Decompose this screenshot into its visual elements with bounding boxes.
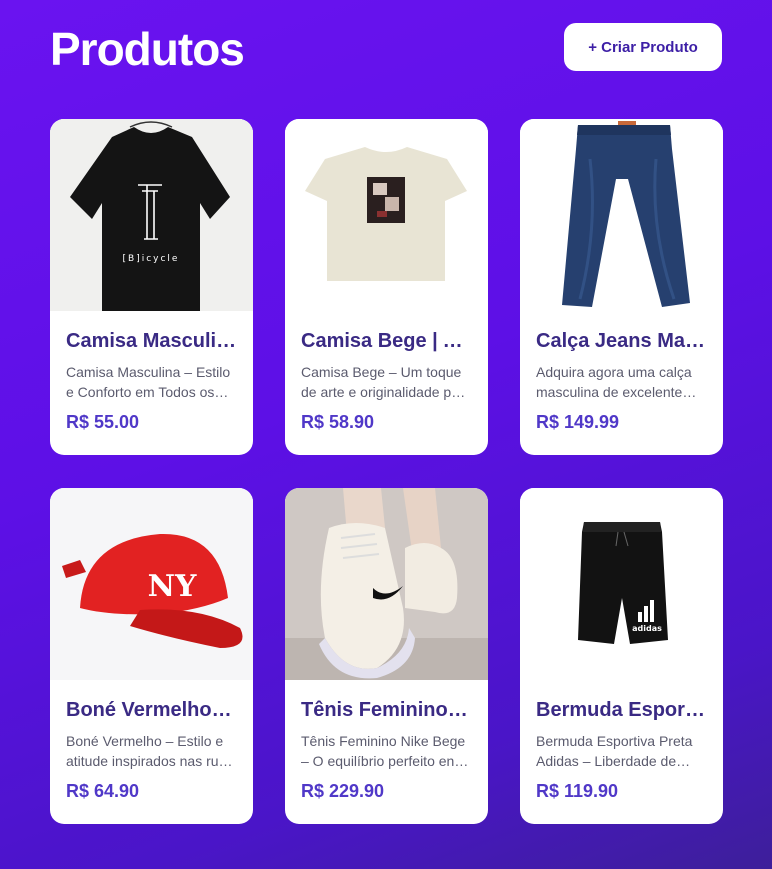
product-price: R$ 119.90	[536, 781, 619, 801]
red-cap-image: NY	[50, 488, 253, 680]
product-description: Tênis Feminino Nike Bege – O equilíbrio …	[301, 733, 471, 769]
product-name: Boné Vermelho NY	[66, 699, 237, 721]
product-name: Calça Jeans Masculina	[536, 330, 707, 352]
blue-jeans-image	[520, 119, 723, 311]
product-description: Adquira agora uma calça masculina de exc…	[536, 364, 692, 400]
product-price: R$ 58.90	[301, 412, 375, 432]
svg-text:adidas: adidas	[632, 624, 662, 633]
product-name: Camisa Masculina | Bicycle	[66, 330, 237, 352]
product-price: R$ 229.90	[301, 781, 385, 801]
product-description: Camisa Bege – Um toque de arte e origina…	[301, 364, 472, 400]
product-description: Bermuda Esportiva Preta Adidas – Liberda…	[536, 733, 693, 769]
create-product-button[interactable]: + Criar Produto	[564, 23, 722, 71]
black-tshirt-image: [B]icycle	[50, 119, 253, 311]
beige-sneakers-image	[285, 488, 488, 680]
product-description: Boné Vermelho – Estilo e atitude inspira…	[66, 733, 234, 769]
beige-tshirt-image	[285, 119, 488, 311]
product-name: Camisa Bege | Arte	[301, 330, 472, 352]
product-grid: [B]icycle Camisa Masculina | Bicycle Cam…	[50, 119, 723, 824]
product-card[interactable]: [B]icycle Camisa Masculina | Bicycle Cam…	[50, 119, 253, 455]
svg-text:[B]icycle: [B]icycle	[123, 254, 180, 264]
product-card[interactable]: adidas Bermuda Esportiva Preta Bermuda E…	[520, 488, 723, 824]
product-card[interactable]: Camisa Bege | Arte Camisa Bege – Um toqu…	[285, 119, 488, 455]
product-description: Camisa Masculina – Estilo e Conforto em …	[66, 364, 231, 400]
page-title: Produtos	[50, 23, 245, 75]
product-card[interactable]: Tênis Feminino Nike Bege Tênis Feminino …	[285, 488, 488, 824]
black-shorts-image: adidas	[520, 488, 723, 680]
product-price: R$ 149.99	[536, 412, 620, 432]
product-name: Tênis Feminino Nike Bege	[301, 699, 472, 721]
product-price: R$ 64.90	[66, 781, 140, 801]
svg-text:NY: NY	[148, 569, 197, 604]
product-card[interactable]: NY Boné Vermelho NY Boné Vermelho – Esti…	[50, 488, 253, 824]
product-card[interactable]: Calça Jeans Masculina Adquira agora uma …	[520, 119, 723, 455]
product-name: Bermuda Esportiva Preta	[536, 699, 707, 721]
product-price: R$ 55.00	[66, 412, 140, 432]
